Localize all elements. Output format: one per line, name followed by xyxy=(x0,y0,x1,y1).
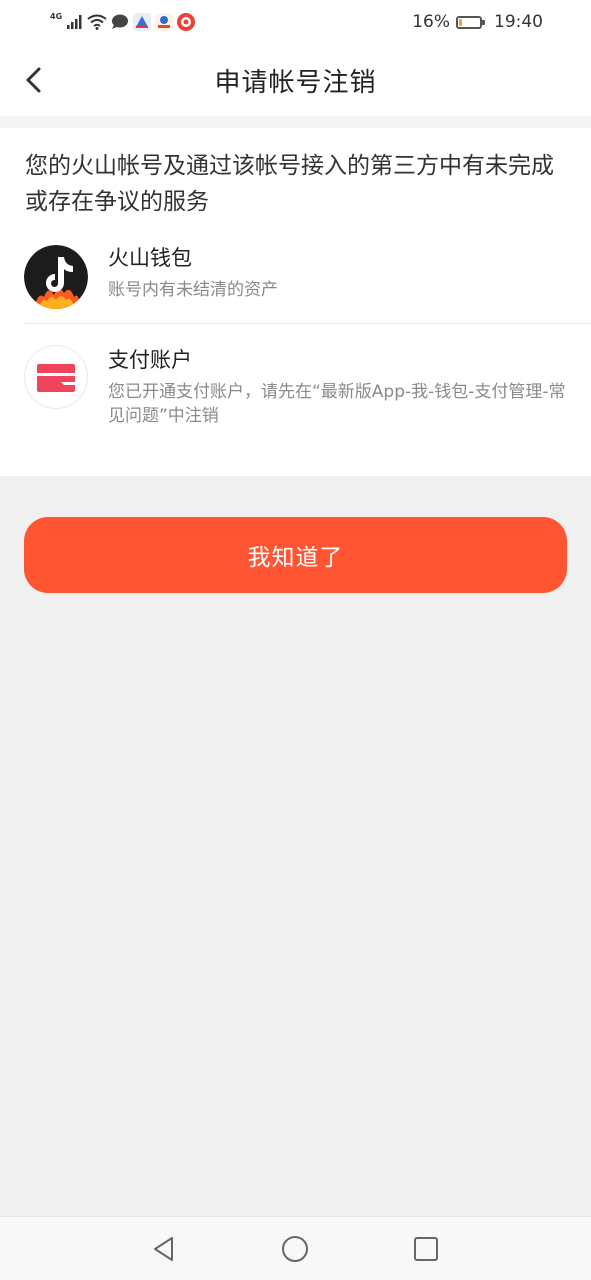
huoshan-app-icon xyxy=(24,245,88,309)
notice-text: 您的火山帐号及通过该帐号接入的第三方中有未完成或存在争议的服务 xyxy=(25,153,554,215)
battery-level-fill xyxy=(459,18,462,26)
network-type-label: 4G xyxy=(50,11,63,21)
triangle-back-icon xyxy=(154,1237,173,1261)
status-bar: 4G 16% 19:40 xyxy=(0,0,591,44)
nav-back-button[interactable] xyxy=(146,1231,182,1267)
service-description: 账号内有未结清的资产 xyxy=(108,280,278,300)
services-card: 您的火山帐号及通过该帐号接入的第三方中有未完成或存在争议的服务 火山钱包 账号内… xyxy=(0,128,591,476)
battery-icon xyxy=(456,15,485,29)
status-icons-left: 4G xyxy=(50,10,196,34)
wallet-card-icon xyxy=(24,345,88,409)
nav-recent-apps-button[interactable] xyxy=(408,1231,444,1267)
service-item-payment-account: 支付账户 您已开通支付账户，请先在“最新版App-我-钱包-支付管理-常见问题”… xyxy=(0,324,591,444)
got-it-button[interactable]: 我知道了 xyxy=(24,517,567,593)
status-time: 19:40 xyxy=(494,12,543,32)
nav-home-button[interactable] xyxy=(277,1231,313,1267)
circle-home-icon xyxy=(282,1236,308,1262)
notification-app-icon-3 xyxy=(177,13,196,31)
service-item-huoshan-wallet: 火山钱包 账号内有未结清的资产 xyxy=(0,242,591,324)
page-title: 申请帐号注销 xyxy=(214,68,377,98)
square-recent-icon xyxy=(414,1237,438,1261)
message-bubble-icon xyxy=(112,14,129,29)
service-name: 火山钱包 xyxy=(108,246,192,270)
notification-app-icon-2 xyxy=(155,13,174,31)
service-description: 您已开通支付账户，请先在“最新版App-我-钱包-支付管理-常见问题”中注销 xyxy=(108,382,566,426)
top-app-bar: 申请帐号注销 xyxy=(0,44,591,116)
system-nav-bar xyxy=(0,1216,591,1280)
wifi-icon xyxy=(87,14,107,30)
service-name: 支付账户 xyxy=(108,348,192,372)
status-icons-right: 16% 19:40 xyxy=(412,10,543,34)
header-separator xyxy=(0,116,591,128)
battery-percent: 16% xyxy=(412,12,450,32)
signal-icon xyxy=(67,15,82,29)
notification-app-icon-1 xyxy=(133,13,152,31)
